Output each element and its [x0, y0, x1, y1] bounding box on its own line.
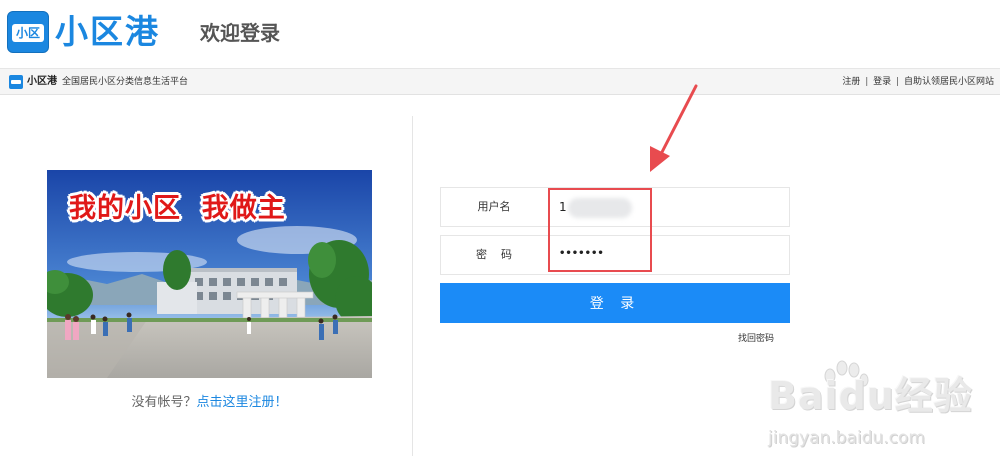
claim-site-link[interactable]: 自助认领居民小区网站	[904, 77, 994, 87]
subbar-links: 注册 | 登录 | 自助认领居民小区网站	[842, 69, 994, 95]
link-separator: |	[896, 77, 900, 87]
annotation-arrow-icon	[650, 84, 698, 172]
login-link-top[interactable]: 登录	[873, 77, 891, 87]
register-hint-prefix: 没有帐号？	[131, 395, 197, 410]
community-banner-image: 我的小区 我做主	[47, 170, 372, 378]
login-button[interactable]: 登 录	[440, 283, 790, 323]
welcome-title: 欢迎登录	[200, 21, 280, 45]
logo-badge-text: 小区	[12, 24, 44, 42]
logo-badge-icon[interactable]: 小区	[7, 11, 49, 53]
username-label: 用户名	[477, 200, 511, 213]
banner-slogan: 我的小区 我做主	[69, 193, 286, 224]
subbar-brand[interactable]: 小区港	[27, 69, 57, 95]
watermark-brand: Baidu经验	[768, 374, 973, 418]
annotation-highlight-box	[548, 188, 652, 272]
subbar-slogan: 全国居民小区分类信息生活平台	[62, 77, 189, 87]
baidu-jingyan-watermark: Baidu经验 jingyan.baidu.com	[760, 358, 995, 466]
link-separator: |	[865, 77, 869, 87]
sub-header-bar: 小区港 全国居民小区分类信息生活平台 注册 | 登录 | 自助认领居民小区网站	[0, 68, 1000, 95]
top-header: 小区 小区港 欢迎登录	[0, 0, 1000, 68]
register-hint: 没有帐号？点击这里注册！	[47, 393, 372, 413]
register-link-top[interactable]: 注册	[842, 77, 860, 87]
register-link[interactable]: 点击这里注册！	[197, 395, 288, 410]
column-divider	[412, 116, 413, 456]
forgot-password-link[interactable]: 找回密码	[738, 331, 774, 347]
mini-logo-icon	[9, 75, 23, 89]
logo-text[interactable]: 小区港	[55, 8, 160, 56]
watermark-url: jingyan.baidu.com	[768, 428, 925, 448]
password-label: 密 码	[476, 248, 512, 261]
